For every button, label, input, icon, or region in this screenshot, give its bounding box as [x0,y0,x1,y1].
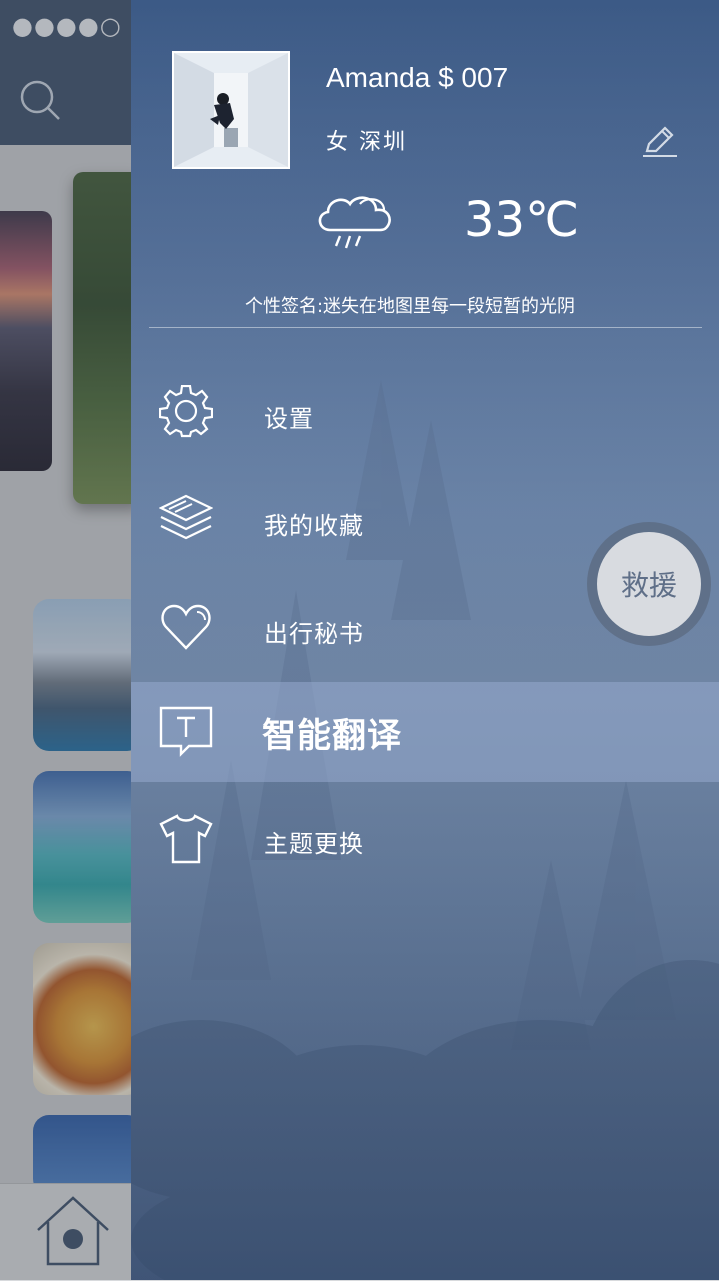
menu-label-travel-secretary: 出行秘书 [264,620,364,648]
menu-label-theme-change: 主题更换 [264,830,364,858]
avatar-photo [174,53,288,167]
cloud-rain-icon [318,196,391,249]
user-gender-city: 女 深圳 [326,130,407,155]
menu-item-settings[interactable]: 设置 [131,365,719,461]
layers-icon [159,494,213,540]
menu-label-smart-translate: 智能翻译 [262,716,402,756]
heart-icon [161,604,211,650]
menu-item-theme-change[interactable]: 主题更换 [131,790,719,886]
avatar[interactable] [172,51,290,169]
pencil-icon[interactable] [641,125,679,159]
signature-line: 个性签名:迷失在地图里每一段短暂的光阴 [131,292,719,318]
divider [149,327,702,328]
tshirt-icon [159,814,213,864]
menu-label-favorites: 我的收藏 [264,512,364,540]
menu-item-smart-translate[interactable]: 智能翻译 [131,682,719,782]
signature-label: 个性签名: [244,296,324,317]
translate-t-icon [159,706,213,757]
rescue-button[interactable]: 救援 [597,532,701,636]
menu-label-settings: 设置 [264,405,314,433]
user-name: Amanda $ 007 [326,62,509,93]
temperature: 33℃ [464,192,579,248]
gear-icon [159,385,213,438]
signature-text: 迷失在地图里每一段短暂的光阴 [323,296,576,317]
side-drawer: Amanda $ 007 女 深圳 33℃ 个性签名:迷失在地图里每一段短暂的光… [131,0,719,1280]
